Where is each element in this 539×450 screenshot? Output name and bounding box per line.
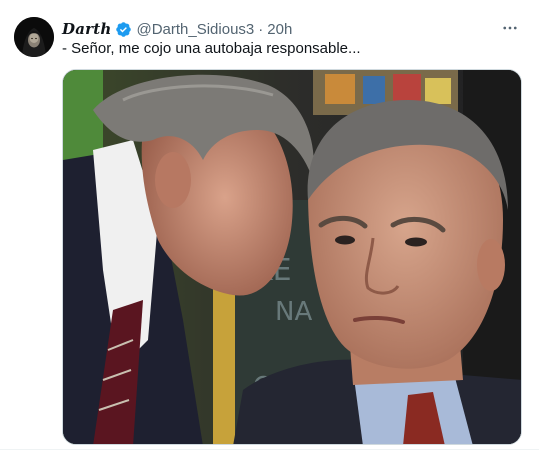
more-horizontal-icon[interactable]: [499, 18, 521, 38]
tweet[interactable]: Darth @Darth_Sidious3 · 20h - Señor, me …: [0, 0, 539, 450]
tweet-photo[interactable]: KE NA CO: [62, 69, 522, 445]
avatar[interactable]: [14, 17, 54, 57]
user-handle[interactable]: @Darth_Sidious3: [136, 21, 254, 38]
tweet-header: Darth @Darth_Sidious3 · 20h: [62, 19, 292, 39]
display-name[interactable]: Darth: [62, 20, 111, 38]
tweet-text: - Señor, me cojo una autobaja responsabl…: [62, 40, 361, 57]
svg-text:NA: NA: [275, 297, 312, 327]
verified-badge-icon: [115, 21, 132, 38]
dot-separator: ·: [258, 20, 264, 38]
timestamp[interactable]: 20h: [267, 21, 292, 38]
